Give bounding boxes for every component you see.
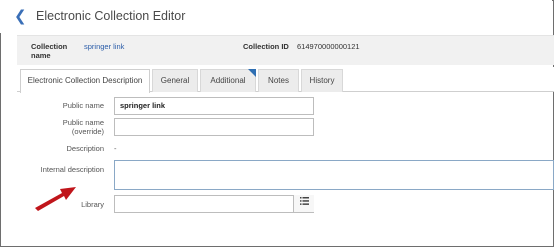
- back-chevron-icon[interactable]: ❮: [14, 8, 28, 24]
- tab-label: History: [309, 76, 335, 85]
- tab-label: General: [160, 76, 190, 85]
- collection-name-label: Collection name: [31, 42, 68, 60]
- tab-general[interactable]: General: [152, 69, 198, 92]
- collection-summary-bar: Collection name springer link Collection…: [17, 35, 554, 65]
- tab-bar: Electronic Collection Description Genera…: [17, 67, 554, 93]
- tab-additional[interactable]: Additional: [200, 69, 256, 92]
- library-list-button[interactable]: [293, 195, 314, 212]
- page-title: Electronic Collection Editor: [36, 9, 186, 23]
- collection-id-value: 614970000000121: [297, 42, 360, 51]
- annotation-arrow-icon: [35, 187, 76, 211]
- collection-id-label: Collection ID: [243, 42, 289, 51]
- library-field[interactable]: [114, 195, 314, 213]
- tab-electronic-collection-description[interactable]: Electronic Collection Description: [20, 69, 150, 93]
- page-header: ❮ Electronic Collection Editor: [0, 0, 552, 33]
- internal-description-field[interactable]: [114, 160, 554, 190]
- description-value: -: [114, 144, 117, 153]
- list-icon: [299, 197, 309, 205]
- collection-name-value[interactable]: springer link: [84, 42, 124, 51]
- internal-description-label: Internal description: [40, 165, 104, 174]
- tab-label: Electronic Collection Description: [27, 76, 143, 85]
- tab-label: Additional: [210, 76, 246, 85]
- modified-corner-icon: [248, 69, 256, 77]
- public-name-field[interactable]: springer link: [114, 97, 314, 115]
- public-name-override-field[interactable]: [114, 118, 314, 136]
- description-label: Description: [66, 144, 104, 153]
- tab-label: Notes: [268, 76, 289, 85]
- public-name-label: Public name: [62, 101, 104, 110]
- tab-history[interactable]: History: [301, 69, 343, 92]
- public-name-override-label: Public name (override): [62, 118, 104, 136]
- tab-notes[interactable]: Notes: [258, 69, 299, 92]
